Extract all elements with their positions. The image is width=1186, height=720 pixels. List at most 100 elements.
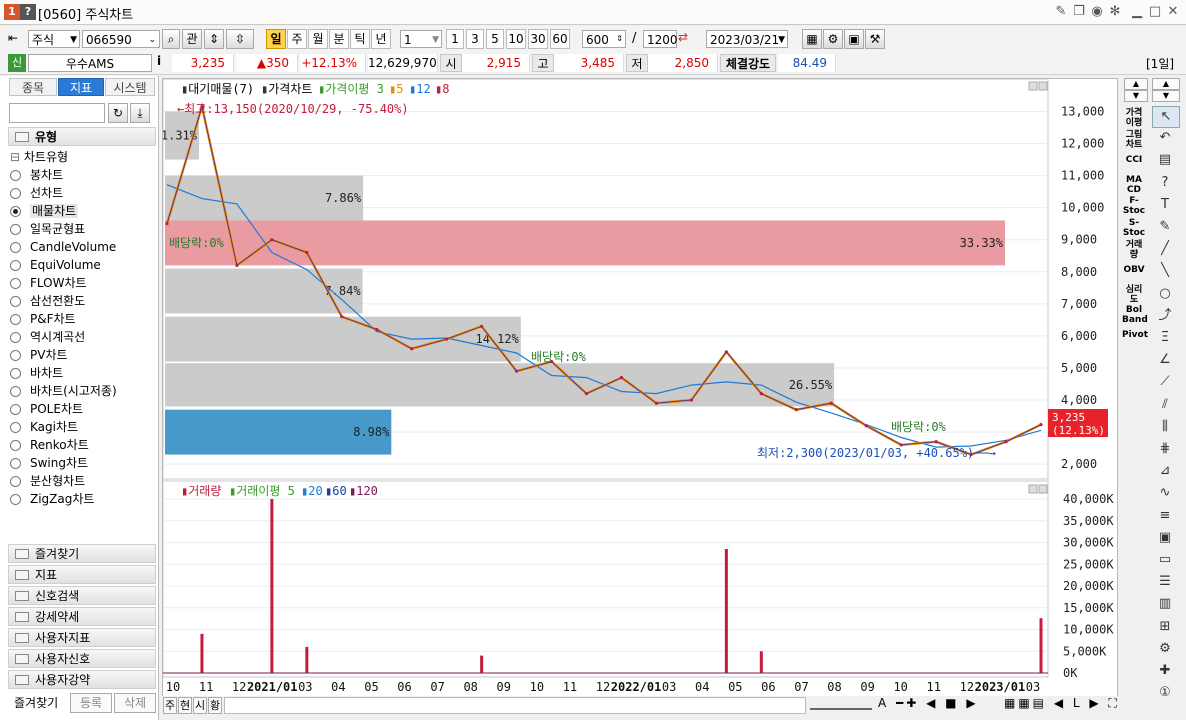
chart-type-item[interactable]: PV차트	[10, 346, 68, 364]
tools-scroll-down-icon[interactable]: ▼	[1152, 90, 1180, 102]
radio-icon[interactable]	[10, 386, 21, 397]
radio-icon[interactable]	[10, 350, 21, 361]
register-button[interactable]: 등록	[70, 693, 112, 713]
radio-icon[interactable]	[10, 278, 21, 289]
channel-icon[interactable]: ⟋	[1152, 372, 1178, 392]
group-3[interactable]: 강세약세	[8, 607, 156, 626]
scroll-down-icon[interactable]: ▼	[1124, 90, 1148, 102]
volume-panel-close-icon[interactable]	[1038, 484, 1048, 494]
chart-type-item[interactable]: 봉차트	[10, 166, 63, 184]
tools-scroll-up-icon[interactable]: ▲	[1152, 78, 1180, 90]
indicator-search-input[interactable]	[9, 103, 105, 123]
maximize-icon[interactable]: □	[1146, 3, 1164, 21]
angle-icon[interactable]: ∠	[1152, 350, 1178, 370]
info-icon[interactable]: i	[157, 54, 161, 68]
radio-icon[interactable]	[10, 458, 21, 469]
period-2[interactable]: 월	[308, 29, 328, 49]
parallel-icon[interactable]: ⫽	[1152, 395, 1178, 415]
view-controls-icon[interactable]: ▦▦▤ ◀ L ▶ ⛶	[1004, 696, 1120, 711]
indicator-shortcut-4[interactable]: F- Stoc	[1122, 196, 1146, 216]
radio-icon[interactable]	[10, 332, 21, 343]
indicator-shortcut-1[interactable]: 그림 차트	[1122, 130, 1146, 150]
rect-icon[interactable]: ▭	[1152, 550, 1178, 570]
indicator-shortcut-8[interactable]: 심리 도	[1122, 285, 1146, 305]
chart-type-item[interactable]: 분산형차트	[10, 472, 85, 490]
period-3[interactable]: 분	[329, 29, 349, 49]
spin-button[interactable]: ⇳	[226, 29, 254, 49]
config-button[interactable]: ⚙	[823, 29, 843, 49]
wave-icon[interactable]: ∿	[1152, 483, 1178, 503]
total-count-input[interactable]: 1200	[643, 30, 678, 48]
radio-icon[interactable]	[10, 440, 21, 451]
radio-icon[interactable]	[10, 314, 21, 325]
chart-type-item[interactable]: Swing차트	[10, 454, 88, 472]
undo-icon[interactable]: ↶	[1152, 128, 1178, 148]
stock-name-field[interactable]: 우수AMS	[28, 54, 152, 72]
chart-type-item[interactable]: POLE차트	[10, 400, 83, 418]
zoom-slider[interactable]	[810, 700, 872, 710]
interval-select[interactable]: 1 ▼	[400, 30, 442, 48]
chart-type-item[interactable]: 바차트(시고저종)	[10, 382, 117, 400]
box-icon[interactable]: ▣	[1152, 528, 1178, 548]
save-button[interactable]: ▣	[844, 29, 864, 49]
indicator-shortcut-5[interactable]: S- Stoc	[1122, 218, 1146, 238]
indicator-shortcut-2[interactable]: CCI	[1122, 155, 1146, 165]
indicator-shortcut-10[interactable]: Pivot	[1122, 330, 1148, 340]
group-5[interactable]: 사용자신호	[8, 649, 156, 668]
chart-type-item[interactable]: EquiVolume	[10, 256, 101, 274]
fibo-icon[interactable]: Ξ	[1152, 328, 1178, 348]
minimize-icon[interactable]: ▁	[1128, 3, 1146, 21]
grid-lines-icon[interactable]: ⫼	[1152, 417, 1178, 437]
stock-code-input[interactable]: 066590 ⌄	[82, 30, 160, 48]
sort-button[interactable]: ⇕	[204, 29, 224, 49]
gear-icon[interactable]: ✻	[1106, 3, 1124, 21]
chart-type-item[interactable]: 바차트	[10, 364, 63, 382]
stock-chart[interactable]: 1.31%7.86%33.33%7.84%14.12%26.55%8.98% 1…	[161, 78, 1117, 697]
help-icon[interactable]: ?	[20, 4, 36, 20]
delete-button[interactable]: 삭제	[114, 693, 156, 713]
arrow-icon[interactable]: ⤴	[1152, 306, 1178, 326]
radio-icon[interactable]	[10, 188, 21, 199]
period-1[interactable]: 주	[287, 29, 307, 49]
search-button[interactable]: ⌕	[162, 29, 180, 49]
radio-icon[interactable]	[10, 296, 21, 307]
chart-icon[interactable]: ▥	[1152, 594, 1178, 614]
favorites-label[interactable]: 즐겨찾기	[14, 694, 58, 711]
chart-type-item[interactable]: CandleVolume	[10, 238, 116, 256]
close-icon[interactable]: ✕	[1164, 3, 1182, 21]
period-5[interactable]: 년	[371, 29, 391, 49]
radio-icon[interactable]	[10, 206, 21, 217]
radio-icon[interactable]	[10, 368, 21, 379]
nav-controls-icon[interactable]: A ━✚ ◀ ■ ▶	[878, 696, 979, 710]
chart-type-item[interactable]: 역시계곡선	[10, 328, 85, 346]
chart-type-item[interactable]: FLOW차트	[10, 274, 87, 292]
view-count-input[interactable]: 600 ⇕	[582, 30, 626, 48]
circle-icon[interactable]: ○	[1152, 284, 1178, 304]
copy-icon[interactable]: ❐	[1070, 3, 1088, 21]
list-icon[interactable]: ☰	[1152, 572, 1178, 592]
hash-icon[interactable]: ⋕	[1152, 439, 1178, 459]
group-1[interactable]: 지표	[8, 565, 156, 584]
panel-close-icon[interactable]	[1038, 81, 1048, 91]
interval-3[interactable]: 3	[466, 29, 484, 49]
download-button[interactable]: ⤓	[130, 103, 150, 123]
chart-scrollbar[interactable]	[224, 697, 806, 714]
chart-type-item[interactable]: Kagi차트	[10, 418, 78, 436]
group-6[interactable]: 사용자강약	[8, 670, 156, 689]
settings-small-icon[interactable]: ⇄	[678, 30, 688, 44]
table-icon[interactable]: ⊞	[1152, 617, 1178, 637]
date-input[interactable]: 2023/03/21 ▼	[706, 30, 788, 48]
interval-5[interactable]: 5	[486, 29, 504, 49]
refresh-button[interactable]: ↻	[108, 103, 128, 123]
nav-btn-1[interactable]: 주	[163, 697, 177, 714]
radio-icon[interactable]	[10, 170, 21, 181]
period-4[interactable]: 틱	[350, 29, 370, 49]
radio-icon[interactable]	[10, 242, 21, 253]
indicator-shortcut-7[interactable]: OBV	[1122, 265, 1146, 275]
market-select[interactable]: 주식 ▼	[28, 30, 80, 48]
trendline-icon[interactable]: ╱	[1152, 239, 1178, 259]
indicator-shortcut-3[interactable]: MA CD	[1122, 175, 1146, 195]
interval-30[interactable]: 30	[528, 29, 548, 49]
chart-type-button[interactable]: ▦	[802, 29, 822, 49]
indicator-shortcut-0[interactable]: 가격 이평	[1122, 108, 1146, 128]
